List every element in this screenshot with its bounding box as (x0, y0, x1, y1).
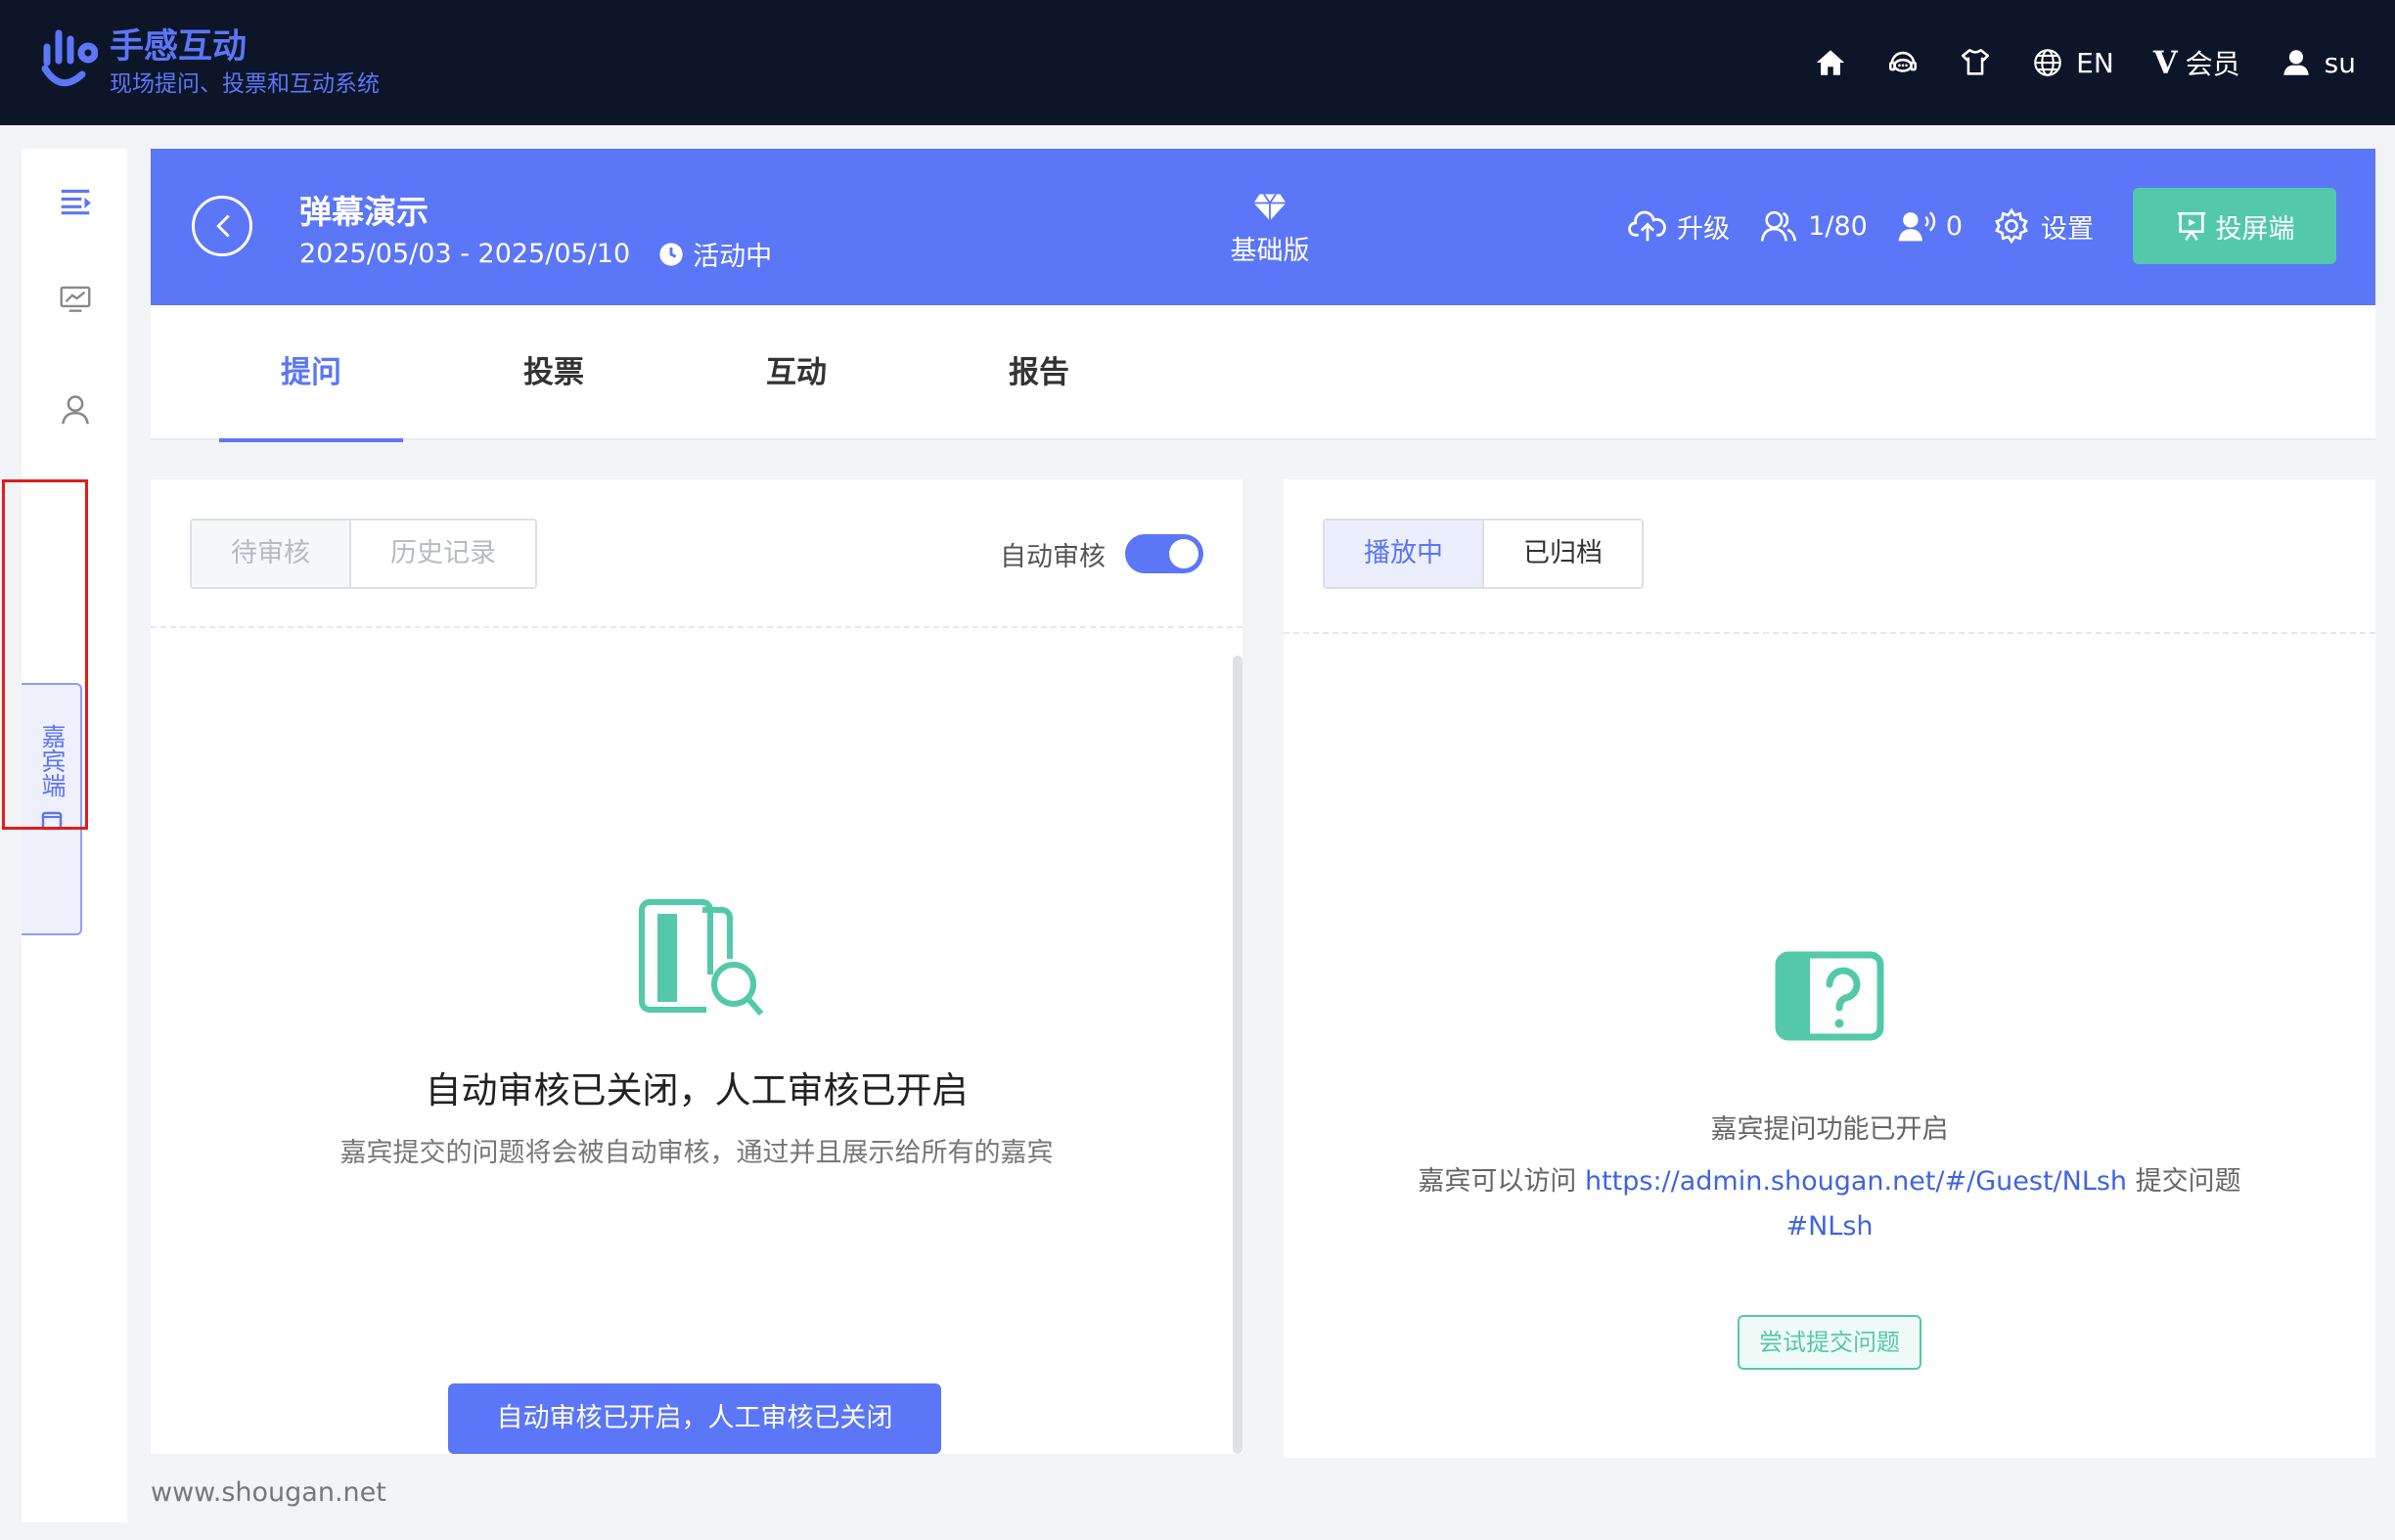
language-label: EN (2076, 46, 2114, 79)
shirt-icon (1962, 48, 1990, 75)
person-icon[interactable] (57, 391, 94, 429)
question-book-icon (1775, 951, 1884, 1041)
user-menu[interactable]: su (2280, 46, 2356, 79)
auto-review-label: 自动审核 (1000, 541, 1106, 572)
guest-question-status: 嘉宾提问功能已开启 (1710, 1114, 1949, 1145)
vip-label: 会员 (2185, 48, 2240, 80)
language-switch[interactable]: EN (2031, 46, 2114, 79)
guest-url-link[interactable]: https://admin.shougan.net/#/Guest/NLsh (1585, 1166, 2127, 1197)
access-suffix: 提交问题 (2135, 1166, 2241, 1197)
guest-access-line: 嘉宾可以访问 https://admin.shougan.net/#/Guest… (1284, 1159, 2375, 1198)
chat-support-icon (1889, 51, 1918, 72)
home-icon (1817, 50, 1845, 75)
online-value: 0 (1945, 210, 1963, 242)
event-header: 弹幕演示 2025/05/03 - 2025/05/10 活动中 基础版 升级 … (151, 149, 2375, 305)
empty-state: 自动审核已关闭，人工审核已开启 嘉宾提交的问题将会被自动审核，通过并且展示给所有… (151, 890, 1243, 1169)
username: su (2324, 46, 2356, 79)
divider (1284, 632, 2375, 634)
settings-button[interactable]: 设置 (1992, 207, 2094, 246)
event-status: 活动中 (693, 242, 773, 272)
left-sidebar: 嘉宾端 (22, 149, 127, 1522)
empty-title: 自动审核已关闭，人工审核已开启 (425, 1069, 969, 1111)
upgrade-label: 升级 (1677, 213, 1731, 245)
try-submit-button[interactable]: 尝试提交问题 (1738, 1315, 1921, 1370)
screen-button[interactable]: 投屏端 (2133, 188, 2336, 264)
chevron-left-icon (216, 214, 230, 238)
plan-label: 基础版 (1230, 236, 1310, 266)
document-search-icon (639, 899, 764, 1016)
hand-logo-icon (41, 29, 98, 87)
auto-review-control: 自动审核 (1000, 534, 1203, 573)
history-tab[interactable]: 历史记录 (349, 521, 535, 587)
vip-button[interactable]: V 会员 (2153, 43, 2240, 82)
diamond-icon (1253, 194, 1287, 221)
brand-subtitle: 现场提问、投票和互动系统 (110, 71, 380, 97)
event-title: 弹幕演示 (299, 193, 429, 231)
toggle-review-mode-button[interactable]: 自动审核已开启，人工审核已关闭 (448, 1383, 941, 1454)
settings-label: 设置 (2041, 213, 2094, 245)
empty-subtitle: 嘉宾提交的问题将会被自动审核，通过并且展示给所有的嘉宾 (339, 1138, 1054, 1168)
footer-domain[interactable]: www.shougan.net (151, 1477, 386, 1508)
theme-button[interactable] (1959, 46, 1992, 79)
review-segment: 待审核 历史记录 (190, 519, 537, 589)
menu-list-icon[interactable] (57, 182, 94, 219)
users-icon (1760, 210, 1797, 242)
brand-name: 手感互动 (110, 27, 248, 67)
participants-count[interactable]: 1/80 (1759, 207, 1868, 245)
top-navbar: 手感互动 现场提问、投票和互动系统 EN V 会员 su (0, 0, 2395, 125)
guest-question-info: 嘉宾提问功能已开启 嘉宾可以访问 https://admin.shougan.n… (1284, 947, 2375, 1242)
event-code: #NLsh (1785, 1211, 1874, 1242)
pending-tab[interactable]: 待审核 (192, 521, 349, 587)
screen-button-label: 投屏端 (2215, 213, 2295, 245)
brand-logo[interactable]: 手感互动 现场提问、投票和互动系统 (39, 25, 380, 100)
speaking-user-icon (1898, 211, 1936, 242)
online-count[interactable]: 0 (1897, 207, 1963, 245)
divider (151, 626, 1243, 628)
support-button[interactable] (1886, 46, 1920, 79)
tab-voting[interactable]: 投票 (462, 305, 646, 440)
tab-report[interactable]: 报告 (947, 305, 1131, 440)
main-tabs: 提问 投票 互动 报告 (151, 305, 2375, 442)
tab-questions[interactable]: 提问 (219, 305, 403, 442)
tab-interaction[interactable]: 互动 (704, 305, 888, 440)
projector-icon (2177, 211, 2205, 241)
globe-icon (2034, 49, 2061, 76)
questions-panel: 播放中 已归档 嘉宾提问功能已开启 嘉宾可以访问 https://admin.s… (1284, 479, 2375, 1458)
vip-mark: V (2152, 44, 2178, 81)
highlight-box (2, 479, 88, 830)
archived-tab[interactable]: 已归档 (1482, 521, 1642, 587)
event-dates: 2025/05/03 - 2025/05/10 (299, 239, 631, 269)
review-panel: 待审核 历史记录 自动审核 自动审核已关闭，人工审核已开启 嘉宾提交的问题将会被… (151, 479, 1243, 1454)
access-prefix: 嘉宾可以访问 (1418, 1166, 1577, 1197)
plan-badge[interactable]: 基础版 (1221, 192, 1319, 267)
playback-segment: 播放中 已归档 (1323, 519, 1644, 589)
auto-review-toggle[interactable] (1125, 534, 1203, 573)
home-button[interactable] (1814, 46, 1847, 79)
back-button[interactable] (192, 196, 252, 256)
upgrade-button[interactable]: 升级 (1628, 207, 1730, 246)
gear-icon (1995, 207, 2028, 245)
chart-monitor-icon[interactable] (57, 280, 94, 317)
participants-value: 1/80 (1808, 210, 1868, 242)
cloud-upload-icon (1628, 210, 1667, 242)
playing-tab[interactable]: 播放中 (1325, 521, 1482, 587)
clock-icon (659, 242, 683, 266)
user-icon (2282, 50, 2309, 75)
